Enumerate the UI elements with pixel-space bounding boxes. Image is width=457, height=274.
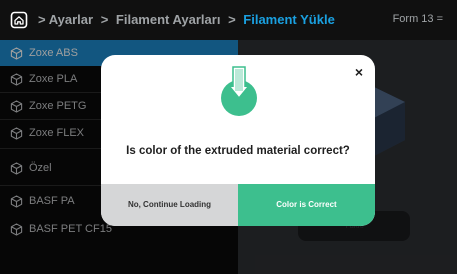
breadcrumb-load-filament: Filament Yükle	[243, 12, 335, 27]
top-bar: > Ayarlar > Filament Ayarları > Filament…	[0, 0, 457, 40]
color-correct-button[interactable]: Color is Correct	[238, 184, 375, 226]
color-confirm-dialog: × Is color of the extruded material corr…	[101, 55, 375, 226]
breadcrumb-separator: >	[38, 12, 46, 27]
dialog-question: Is color of the extruded material correc…	[126, 145, 350, 157]
extruder-drop-icon	[221, 66, 257, 116]
breadcrumb-separator: >	[100, 12, 109, 27]
home-icon[interactable]	[10, 11, 28, 29]
breadcrumb: > Ayarlar > Filament Ayarları > Filament…	[38, 12, 335, 27]
breadcrumb-separator: >	[228, 12, 236, 27]
breadcrumb-settings[interactable]: Ayarlar	[49, 12, 93, 27]
printer-model-label: Form 13 =	[392, 13, 443, 25]
breadcrumb-filament-settings[interactable]: Filament Ayarları	[116, 12, 221, 27]
close-icon[interactable]: ×	[355, 64, 363, 80]
continue-loading-button[interactable]: No, Continue Loading	[101, 184, 238, 226]
